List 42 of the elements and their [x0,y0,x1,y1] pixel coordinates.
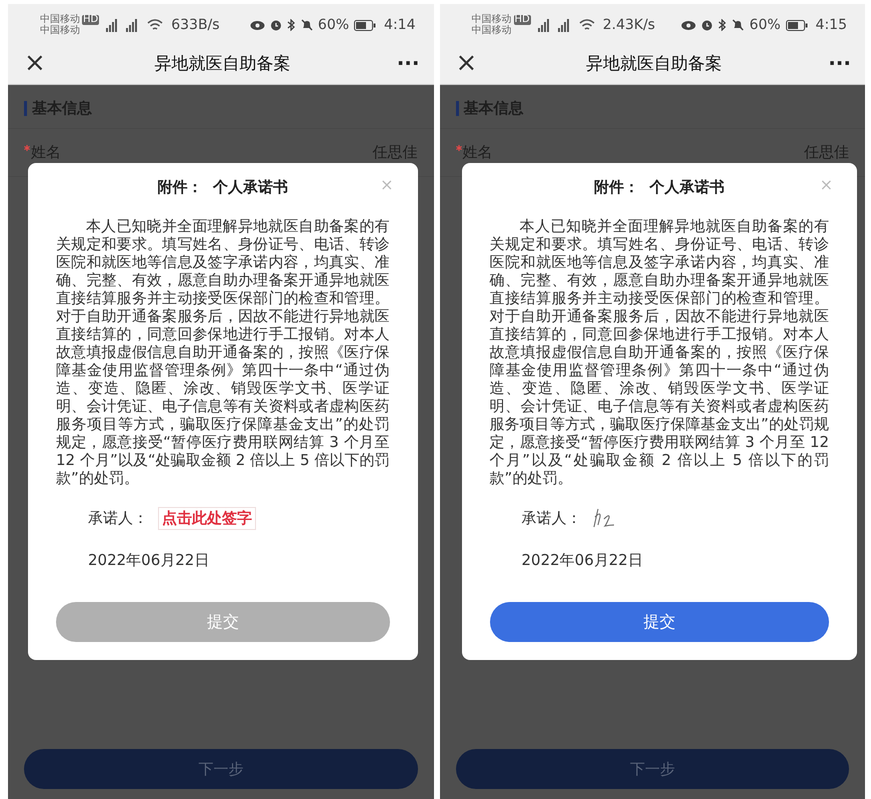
more-button[interactable]: ··· [392,51,424,75]
date-text: 2022年06月22日 [87,550,210,570]
hd-badge: HD [82,14,100,24]
network-speed: 633B/s [171,17,220,33]
pledge-text: 本人已知晓并全面理解异地就医自助备案的有关规定和要求。填写姓名、身份证号、电话、转诊医院和就医地等信息及签字承诺内容，均真实、准确、完整、有效，愿意自助办理备案开通异地就医直接结算服务并主动接受医保部门的检查和管理。对于自助开通备案服务后，因故不能进行异地就医直接结算的，同意回参保地进行手工报销。对本人故意填报虚假信息自助开通备案的，按照《医疗保障基金使用监督管理条例》第四十一条中“通过伪造、变造、隐匿、涂改、销毁医学文书、医学证明、会计凭证、电子信息等有关资料或者虚构医药服务项目等方式，骗取医疗保障基金支出”的处罚规定，愿意接受“暂停医疗费用联网结算 3 个月至 12 个月”以及“处骗取金额 2 倍以上 5 倍以下的罚款”的处罚。 [56,217,390,487]
wifi-icon [147,18,164,32]
battery-icon [354,20,376,30]
carrier-name: 中国移动 [472,14,512,25]
bluetooth-icon [286,19,296,31]
date-text: 2022年06月22日 [520,550,644,570]
carrier-name: 中国移动 [40,25,80,36]
carrier-name: 中国移动 [472,25,512,36]
pledge-text: 本人已知晓并全面理解异地就医自助备案的有关规定和要求。填写姓名、身份证号、电话、转诊医院和就医地等信息及签字承诺内容，均真实、准确、完整、有效，愿意自助办理备案开通异地就医直接结算服务并主动接受医保部门的检查和管理。对于自助开通备案服务后，因故不能进行异地就医直接结算的，同意回参保地进行手工报销。对本人故意填报虚假信息自助开通备案的，按照《医疗保障基金使用监督管理条例》第四十一条中“通过伪造、变造、隐匿、涂改、销毁医学文书、医学证明、会计凭证、电子信息等有关资料或者虚构医药服务项目等方式，骗取医疗保障基金支出”的处罚规定，愿意接受“暂停医疗费用联网结算 3 个月至 12 个月”以及“处骗取金额 2 倍以上 5 倍以下的罚款”的处罚。 [490,217,829,487]
network-speed: 2.43K/s [602,17,656,33]
dialog-title: 附件： 个人承诺书 [594,178,724,196]
more-button[interactable]: ··· [824,51,855,75]
battery-percent: 60% [749,17,781,33]
signer-label: 承诺人： [88,508,148,528]
next-step-button[interactable]: 下一步 [456,749,849,789]
next-step-button[interactable]: 下一步 [24,749,418,789]
wifi-icon [578,18,595,32]
alarm-icon [701,19,714,31]
clock-time: 4:15 [816,17,847,33]
mute-icon [300,19,313,31]
battery-percent: 60% [318,17,350,33]
page-title: 异地就医自助备案 [153,52,292,74]
page-title: 异地就医自助备案 [584,52,723,74]
hd-badge: HD [514,14,531,24]
carrier-name: 中国移动 [40,14,80,25]
clock-time: 4:14 [384,17,416,33]
alarm-icon [270,19,282,31]
mute-icon [732,19,744,31]
dialog-title: 附件： 个人承诺书 [158,178,288,196]
submit-button[interactable]: 提交 [490,602,829,642]
close-button[interactable]: × [450,48,484,78]
sign-here-button[interactable]: 点击此处签字 [158,506,256,530]
eye-icon [681,20,696,30]
eye-icon [250,20,265,30]
battery-icon [786,20,808,30]
close-button[interactable]: × [18,48,52,78]
signer-label: 承诺人： [522,508,582,528]
bluetooth-icon [718,19,728,31]
